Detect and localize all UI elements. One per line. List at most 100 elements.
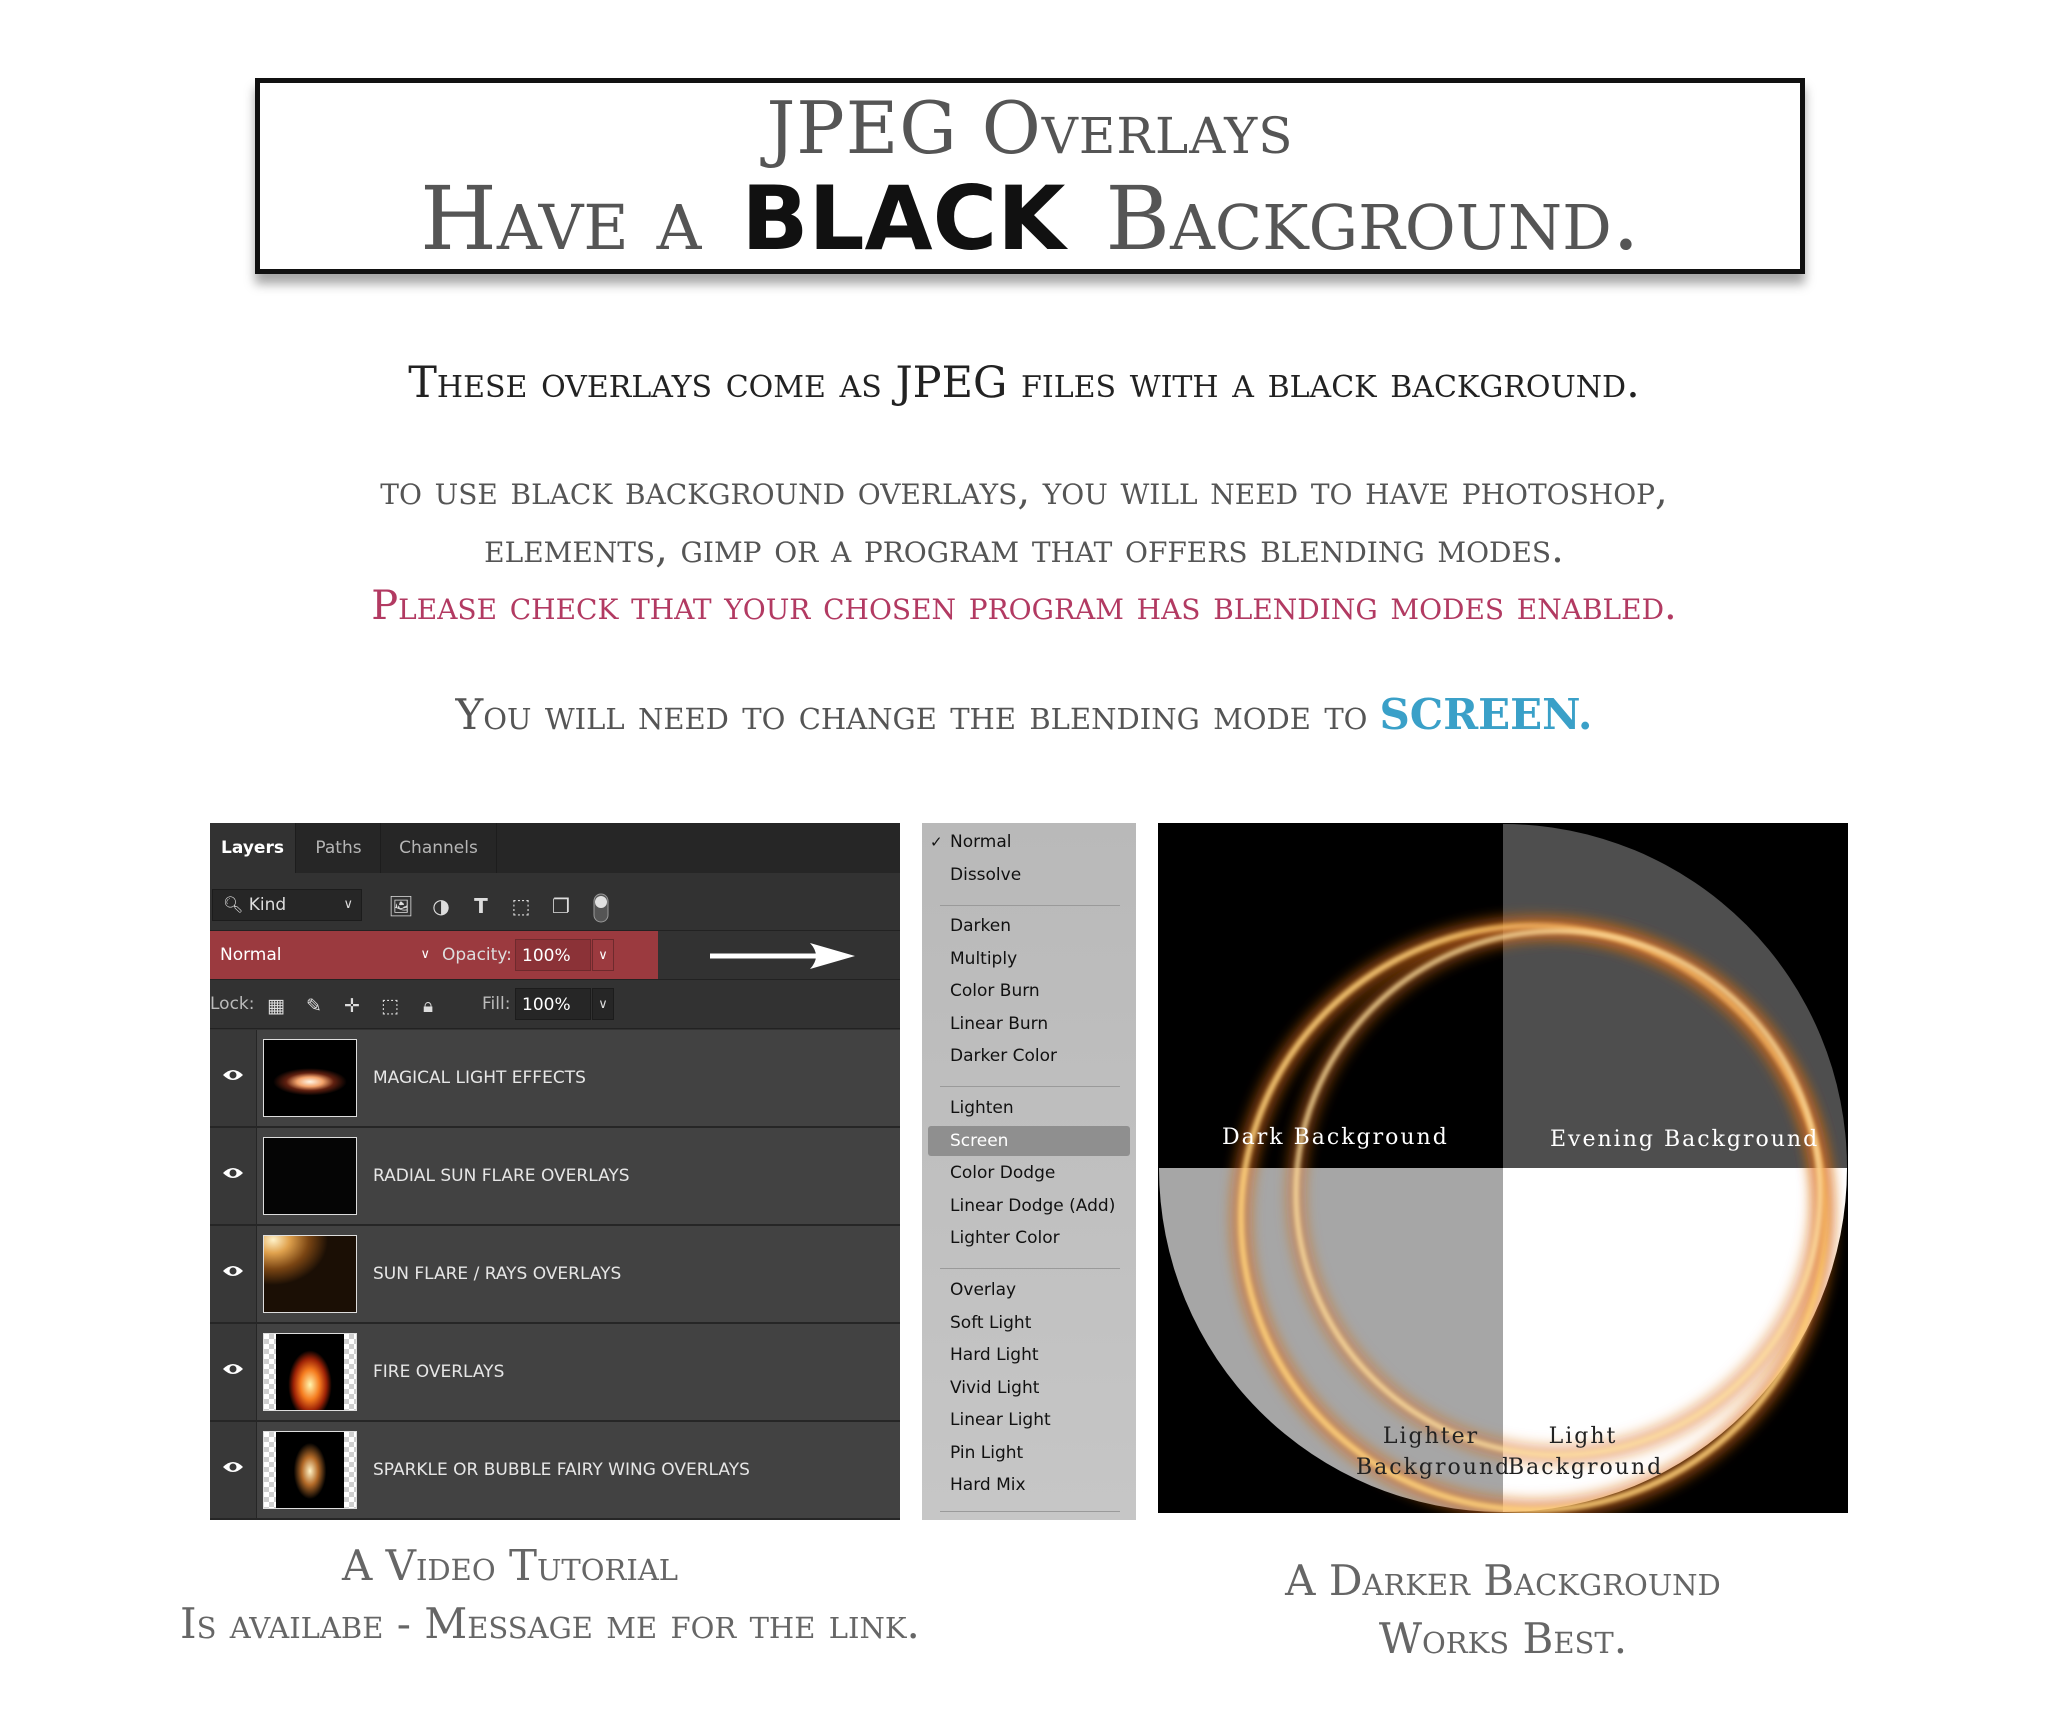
header-box: JPEG Overlays Have a BLACK Background.: [255, 78, 1805, 274]
opacity-dropdown-button[interactable]: ∨: [592, 939, 614, 971]
menu-item-normal[interactable]: ✓ Normal: [922, 827, 1136, 857]
layer-row[interactable]: SPARKLE OR BUBBLE FAIRY WING OVERLAYS: [210, 1422, 900, 1520]
menu-item-label: Hard Mix: [950, 1475, 1026, 1495]
menu-item-linear-dodge[interactable]: Linear Dodge (Add): [922, 1191, 1136, 1221]
header-title-line1: JPEG Overlays: [766, 86, 1294, 170]
background-demo: Dark Background Evening Background Light…: [1158, 823, 1848, 1521]
darker-caption-line2: Works Best.: [1378, 1614, 1628, 1663]
menu-item-vivid-light[interactable]: Vivid Light: [922, 1373, 1136, 1403]
layer-row[interactable]: FIRE OVERLAYS: [210, 1324, 900, 1422]
blend-mode-select[interactable]: Normal ∨: [212, 939, 438, 971]
label-evening-background: Evening Background: [1550, 1127, 1820, 1152]
menu-item-label: Multiply: [950, 949, 1018, 969]
menu-item-label: Normal: [950, 832, 1012, 852]
menu-item-lighten[interactable]: Lighten: [922, 1093, 1136, 1123]
requirement-line-2: elements, gimp or a program that offers …: [484, 526, 1564, 572]
chevron-down-icon: ∨: [420, 947, 430, 962]
requirement-warning: Please check that your chosen program ha…: [371, 583, 1677, 629]
menu-item-dissolve[interactable]: Dissolve: [922, 860, 1136, 890]
visibility-toggle[interactable]: [210, 1030, 257, 1126]
menu-item-hard-mix[interactable]: Hard Mix: [922, 1470, 1136, 1500]
menu-item-label: Linear Dodge (Add): [950, 1196, 1116, 1216]
label-dark-background: Dark Background: [1222, 1125, 1449, 1150]
menu-separator: [940, 905, 1120, 906]
menu-item-label: Soft Light: [950, 1313, 1032, 1333]
lock-artboard-icon[interactable]: ⬚: [378, 994, 402, 1018]
darker-background-caption: A Darker Background Works Best.: [1158, 1552, 1848, 1668]
menu-item-label: Dissolve: [950, 865, 1022, 885]
filter-kind-label: Kind: [248, 895, 287, 915]
menu-item-color-burn[interactable]: Color Burn: [922, 976, 1136, 1006]
fill-dropdown-button[interactable]: ∨: [592, 988, 614, 1020]
image-filter-icon[interactable]: 🖼︎: [388, 893, 414, 919]
blend-mode-value: Normal: [220, 945, 282, 965]
tutorial-caption-line2: Is availabe - Message me for the link.: [180, 1599, 920, 1648]
menu-item-multiply[interactable]: Multiply: [922, 944, 1136, 974]
menu-item-label: Hard Light: [950, 1345, 1039, 1365]
menu-item-label: Linear Light: [950, 1410, 1051, 1430]
layer-thumbnail: [263, 1333, 357, 1411]
layer-list: MAGICAL LIGHT EFFECTS RADIAL SUN FLARE O…: [210, 1030, 900, 1520]
fire-image: [276, 1334, 344, 1410]
layer-thumbnail: [263, 1137, 357, 1215]
label-light-background: Light Background: [1508, 1421, 1664, 1483]
opacity-input[interactable]: 100%: [515, 939, 591, 971]
fill-label: Fill:: [482, 994, 511, 1014]
menu-item-pin-light[interactable]: Pin Light: [922, 1438, 1136, 1468]
menu-item-overlay[interactable]: Overlay: [922, 1275, 1136, 1305]
layer-name: SUN FLARE / RAYS OVERLAYS: [373, 1264, 622, 1284]
layer-row[interactable]: RADIAL SUN FLARE OVERLAYS: [210, 1128, 900, 1226]
layer-name: MAGICAL LIGHT EFFECTS: [373, 1068, 586, 1088]
menu-item-darker-color[interactable]: Darker Color: [922, 1041, 1136, 1071]
layer-thumbnail: [263, 1039, 357, 1117]
visibility-toggle[interactable]: [210, 1422, 257, 1518]
lock-all-icon[interactable]: 🔒︎: [416, 994, 440, 1018]
adjustment-filter-icon[interactable]: ◑: [428, 893, 454, 919]
menu-item-label: Lighter Color: [950, 1228, 1060, 1248]
menu-item-linear-burn[interactable]: Linear Burn: [922, 1009, 1136, 1039]
background-comparison-graphic: [1158, 823, 1848, 1521]
visibility-toggle[interactable]: [210, 1226, 257, 1322]
header-title-line2: Have a BLACK Background.: [260, 170, 1800, 268]
smart-object-filter-icon[interactable]: ❐: [548, 893, 574, 919]
menu-separator: [940, 1268, 1120, 1269]
blend-mode-menu: ✓ Normal Dissolve Darken Multiply Color B…: [922, 823, 1136, 1520]
tab-channels[interactable]: Channels: [380, 823, 497, 873]
crescent-flare-icon: [294, 1152, 330, 1199]
menu-item-screen[interactable]: Screen: [928, 1126, 1130, 1156]
chevron-down-icon: ∨: [598, 948, 608, 963]
menu-item-lighter-color[interactable]: Lighter Color: [922, 1223, 1136, 1253]
tab-layers[interactable]: Layers: [210, 823, 295, 873]
menu-item-hard-light[interactable]: Hard Light: [922, 1340, 1136, 1370]
visibility-toggle[interactable]: [210, 1324, 257, 1420]
menu-item-label: Vivid Light: [950, 1378, 1040, 1398]
blend-instruction-mode: SCREEN.: [1379, 690, 1593, 739]
layer-row[interactable]: MAGICAL LIGHT EFFECTS: [210, 1030, 900, 1128]
visibility-toggle[interactable]: [210, 1128, 257, 1224]
menu-item-linear-light[interactable]: Linear Light: [922, 1405, 1136, 1435]
menu-separator: [940, 1511, 1120, 1512]
lock-transparent-pixels-icon[interactable]: ▦: [264, 994, 288, 1018]
menu-item-darken[interactable]: Darken: [922, 911, 1136, 941]
filter-toggle-icon[interactable]: [588, 893, 614, 923]
arrow-right-icon: [710, 943, 855, 969]
filter-kind-select[interactable]: 🔍︎ Kind ∨: [212, 889, 362, 921]
lock-position-icon[interactable]: ✛: [340, 994, 364, 1018]
menu-item-color-dodge[interactable]: Color Dodge: [922, 1158, 1136, 1188]
tutorial-caption: A Video Tutorial Is availabe - Message m…: [180, 1537, 920, 1653]
opacity-label: Opacity:: [442, 945, 512, 965]
eye-icon: [223, 1364, 243, 1374]
menu-item-label: Overlay: [950, 1280, 1017, 1300]
lock-image-pixels-icon[interactable]: ✎: [302, 994, 326, 1018]
shape-filter-icon[interactable]: ⬚: [508, 893, 534, 919]
layer-name: RADIAL SUN FLARE OVERLAYS: [373, 1166, 630, 1186]
label-light-line2: Background: [1508, 1455, 1664, 1480]
menu-item-label: Darker Color: [950, 1046, 1057, 1066]
type-filter-icon[interactable]: T: [468, 893, 494, 919]
layer-thumbnail: [263, 1235, 357, 1313]
tab-paths[interactable]: Paths: [295, 823, 381, 873]
menu-separator: [940, 1086, 1120, 1087]
menu-item-soft-light[interactable]: Soft Light: [922, 1308, 1136, 1338]
fill-input[interactable]: 100%: [515, 988, 591, 1020]
layer-row[interactable]: SUN FLARE / RAYS OVERLAYS: [210, 1226, 900, 1324]
